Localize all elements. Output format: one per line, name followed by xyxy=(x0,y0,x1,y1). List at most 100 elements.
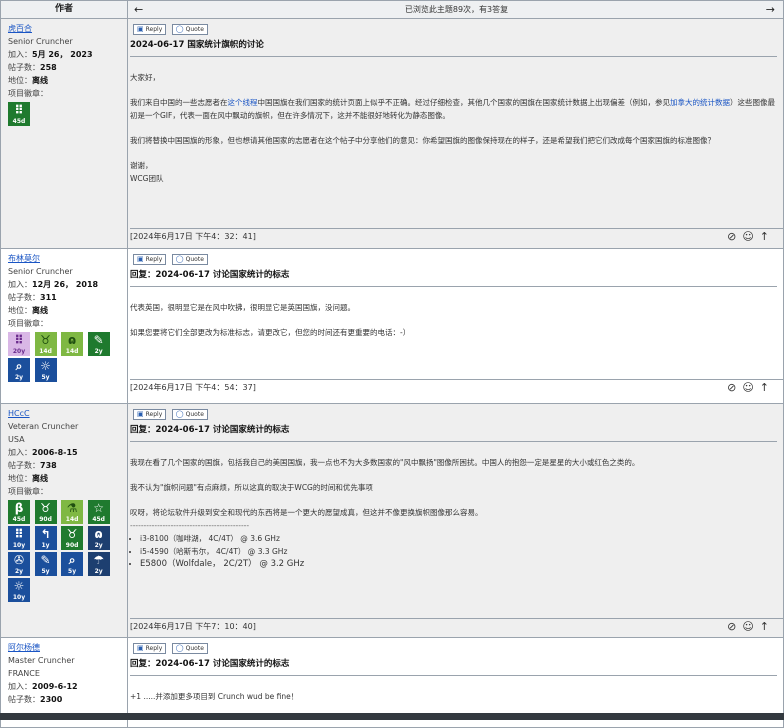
view-info: 已浏览此主题89次，有3答复 xyxy=(404,5,509,14)
next-thread-arrow-icon[interactable]: → xyxy=(766,1,775,18)
flask-icon: ⚗ xyxy=(66,501,78,515)
thread-link[interactable]: 这个线程 xyxy=(228,98,258,107)
post-body: 大家好， 我们来自中国的一些志愿者在这个线程中国国旗在我们国家的统计页面上似乎不… xyxy=(130,73,775,183)
grid-icon: ⠿ xyxy=(14,103,24,117)
ribbon-icon: ♉ xyxy=(40,501,51,515)
ribbon-icon: ♉ xyxy=(40,333,51,347)
author-name-link[interactable]: 布林莫尔 xyxy=(8,254,40,263)
link-icon[interactable]: ⊘ xyxy=(727,381,742,394)
badge[interactable]: ✇ 2y xyxy=(8,552,30,576)
author-name-link[interactable]: HCcC xyxy=(8,409,30,418)
reply-button[interactable]: ▣ Reply xyxy=(133,409,167,420)
up-arrow-icon[interactable]: ↑ xyxy=(760,620,775,633)
up-arrow-icon[interactable]: ↑ xyxy=(760,381,775,394)
topic-header: 作者 已浏览此主题89次，有3答复 ← → xyxy=(0,0,784,19)
badge-list: ⠿ 45d xyxy=(8,102,120,128)
tools-icon: ✎ xyxy=(93,333,104,347)
up-arrow-icon[interactable]: ↑ xyxy=(760,230,775,243)
joined-date: 2009-6-12 xyxy=(32,682,78,691)
badges-label: 项目徽章： xyxy=(8,487,48,496)
joined-date: 2006-8-15 xyxy=(32,448,78,457)
bottom-bar xyxy=(0,713,784,720)
signature-divider: ----------------------------------------… xyxy=(130,521,250,530)
badge[interactable]: ☆ 45d xyxy=(87,500,110,524)
fan-icon: ✇ xyxy=(13,553,25,567)
list-item: i3-8100（咖啡湖， 4C/4T） @ 3.6 GHz xyxy=(140,532,775,545)
badge[interactable]: ♉ 90d xyxy=(34,500,57,524)
magnifier-icon: ⌕ xyxy=(68,553,76,567)
post-title: 回复：2024-06-17 讨论国家统计的标志 xyxy=(130,658,777,676)
quote-button[interactable]: ◯ Quote xyxy=(171,643,208,654)
author-rank: Senior Cruncher xyxy=(8,37,73,46)
quote-button[interactable]: ◯ Quote xyxy=(171,254,208,265)
badge[interactable]: ☼ 10y xyxy=(8,578,30,602)
reply-button[interactable]: ▣ Reply xyxy=(133,254,167,265)
author-country: FRANCE xyxy=(8,669,40,678)
badge[interactable]: ⌕ 2y xyxy=(8,358,30,382)
author-panel: 布林莫尔 Senior Cruncher 加入：12月 26， 2018 帖子数… xyxy=(1,249,128,403)
post-title: 2024-06-17 国家统计旗帜的讨论 xyxy=(130,39,777,57)
lungs-icon: ɷ xyxy=(68,333,77,347)
badge[interactable]: ☼ 5y xyxy=(34,358,57,382)
post-timestamp: [2024年6月17日 下午4：32：41] xyxy=(130,232,256,241)
magnifier-icon: ⌕ xyxy=(15,359,23,373)
reply-icon: ▣ xyxy=(137,255,144,263)
reply-icon: ▣ xyxy=(137,644,144,652)
speech-bubble-icon: ◯ xyxy=(175,25,184,33)
smiley-icon[interactable]: ☺ xyxy=(742,230,759,243)
post-count: 311 xyxy=(40,293,57,302)
post-footer: [2024年6月17日 下午4：54：37] ⊘☺↑ xyxy=(130,379,783,395)
reply-icon: ▣ xyxy=(137,25,144,33)
reply-button[interactable]: ▣ Reply xyxy=(133,24,167,35)
post-footer: [2024年6月17日 下午7：10：40] ⊘☺↑ xyxy=(130,618,783,634)
badge[interactable]: ⚗ 14d xyxy=(61,500,84,524)
post-count: 258 xyxy=(40,63,57,72)
badge[interactable]: ✎ 2y xyxy=(87,332,110,356)
author-name-link[interactable]: 阿尔杨德 xyxy=(8,643,40,652)
badge[interactable]: ⠿ 45d xyxy=(8,102,30,126)
post-count: 738 xyxy=(40,461,57,470)
badge[interactable]: β 45d xyxy=(8,500,30,524)
author-panel: 虎百合 Senior Cruncher 加入：5月 26， 2023 帖子数：2… xyxy=(1,19,128,248)
badge[interactable]: ☂ 2y xyxy=(87,552,110,576)
quote-button[interactable]: ◯ Quote xyxy=(171,24,208,35)
smiley-icon[interactable]: ☺ xyxy=(742,620,759,633)
badge[interactable]: ɷ 14d xyxy=(61,332,84,356)
badges-label: 项目徽章： xyxy=(8,89,48,98)
beta-icon: β xyxy=(14,501,24,515)
author-rank: Senior Cruncher xyxy=(8,267,73,276)
author-column-header: 作者 xyxy=(1,1,128,18)
post-count-label: 帖子数： xyxy=(8,63,40,72)
author-country: USA xyxy=(8,435,25,444)
link-icon[interactable]: ⊘ xyxy=(727,620,742,633)
joined-date: 5月 26， 2023 xyxy=(32,50,93,59)
badge[interactable]: ⠿ 20y xyxy=(8,332,30,356)
badge[interactable]: ↰ 1y xyxy=(34,526,57,550)
badge[interactable]: ⠿ 10y xyxy=(8,526,30,550)
joined-date: 12月 26， 2018 xyxy=(32,280,99,289)
badge[interactable]: ♉ 90d xyxy=(61,526,84,550)
post-1: 虎百合 Senior Cruncher 加入：5月 26， 2023 帖子数：2… xyxy=(0,19,784,249)
status-value: 离线 xyxy=(32,474,48,483)
smiley-icon[interactable]: ☺ xyxy=(742,381,759,394)
author-name-link[interactable]: 虎百合 xyxy=(8,24,32,33)
canada-stats-link[interactable]: 加拿大的统计数据 xyxy=(670,98,730,107)
post-title: 回复：2024-06-17 讨论国家统计的标志 xyxy=(130,269,777,287)
umbrella-icon: ☂ xyxy=(93,553,105,567)
link-icon[interactable]: ⊘ xyxy=(727,230,742,243)
badge[interactable]: ✎ 5y xyxy=(34,552,57,576)
quote-button[interactable]: ◯ Quote xyxy=(171,409,208,420)
person-icon: ☆ xyxy=(93,501,105,515)
post-2: 布林莫尔 Senior Cruncher 加入：12月 26， 2018 帖子数… xyxy=(0,249,784,404)
post-content: ▣ Reply ◯ Quote 回复：2024-06-17 讨论国家统计的标志 我现… xyxy=(128,404,783,637)
spec-list: i3-8100（咖啡湖， 4C/4T） @ 3.6 GHz i5-4590（哈斯… xyxy=(130,532,775,571)
reply-button[interactable]: ▣ Reply xyxy=(133,643,167,654)
prev-thread-arrow-icon[interactable]: ← xyxy=(134,1,143,18)
tools-icon: ✎ xyxy=(40,553,51,567)
badge[interactable]: ɷ 2y xyxy=(87,526,110,550)
ribbon-icon: ♉ xyxy=(66,527,78,541)
badge[interactable]: ♉ 14d xyxy=(34,332,57,356)
badge[interactable]: ⌕ 5y xyxy=(61,552,84,576)
badge-list: ⠿ 20y ♉ 14d ɷ 14d ✎ 2y ⌕ 2y ☼ 5y xyxy=(8,332,120,384)
sun-icon: ☼ xyxy=(40,359,51,373)
